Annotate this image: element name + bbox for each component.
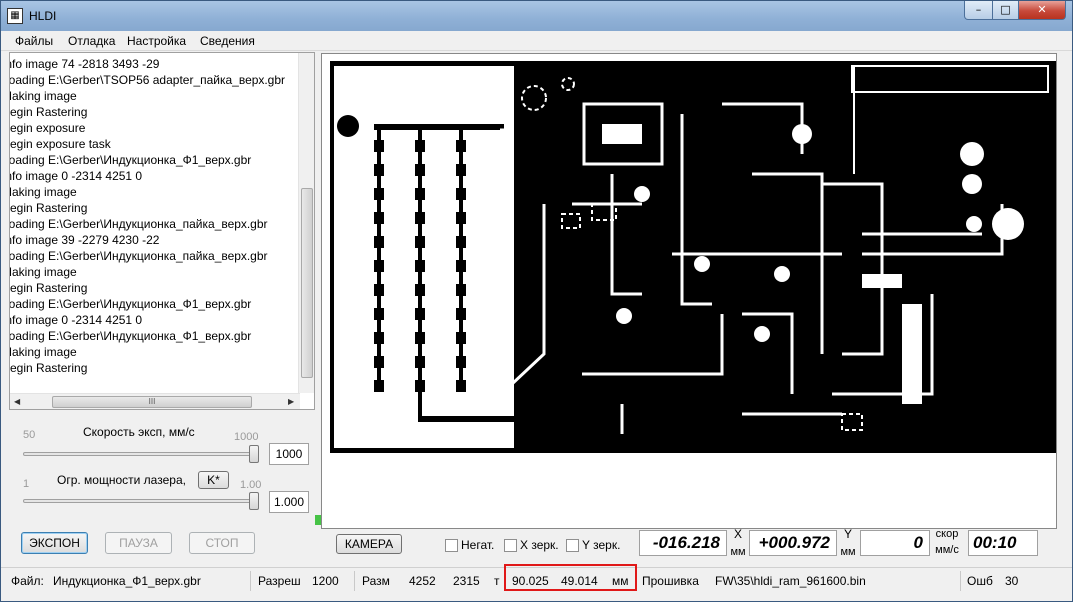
speed-readout-label: скор — [935, 528, 959, 540]
speed-slider[interactable] — [23, 452, 259, 456]
laser-k-button[interactable]: K* — [198, 471, 229, 489]
y-axis-label: Y — [843, 527, 852, 541]
status-divider — [250, 571, 251, 591]
log-list: Info image 74 -2818 3493 -29 Loading E:\G… — [9, 56, 298, 376]
size-t-label: т — [494, 574, 500, 588]
log-line: Begin Rastering — [9, 361, 88, 375]
laser-slider-thumb[interactable] — [249, 492, 259, 510]
y-position-readout: +000.972 — [749, 530, 837, 556]
laser-max-label: 1.00 — [240, 479, 262, 491]
log-line: Begin Rastering — [9, 281, 88, 295]
size-width-px: 4252 — [409, 574, 436, 588]
log-line: Info image 39 -2279 4230 -22 — [9, 233, 160, 247]
size-mm-highlight — [504, 564, 637, 591]
y-mirror-checkbox-box[interactable] — [566, 538, 579, 552]
log-vertical-scrollbar[interactable] — [298, 53, 314, 393]
speed-slider-thumb[interactable] — [249, 445, 259, 463]
negative-checkbox-box[interactable] — [445, 538, 458, 552]
log-line: Making image — [9, 185, 77, 199]
firmware-path: FW\35\hldi_ram_961600.bin — [715, 574, 866, 588]
negative-checkbox[interactable]: Негат. — [445, 538, 494, 552]
negative-checkbox-label: Негат. — [461, 538, 495, 552]
log-line: Begin exposure — [9, 121, 86, 135]
log-line: Loading E:\Gerber\Индукционка_Ф1_верх.gb… — [9, 297, 252, 311]
expose-button[interactable]: ЭКСПОН — [21, 532, 88, 554]
y-unit-label: мм — [840, 546, 856, 558]
log-line: Making image — [9, 345, 77, 359]
log-line: Loading E:\Gerber\Индукционка_пайка_верх… — [9, 217, 268, 231]
x-mirror-checkbox[interactable]: X зерк. — [504, 538, 559, 552]
speed-min-label: 50 — [23, 429, 36, 441]
file-label: Файл: — [11, 574, 44, 588]
speed-readout: 0 — [860, 530, 930, 556]
pcb-image — [330, 59, 1056, 455]
laser-slider[interactable] — [23, 499, 259, 503]
menu-about[interactable]: Сведения — [200, 34, 255, 48]
minimize-button[interactable]: – — [964, 1, 993, 20]
stop-button[interactable]: СТОП — [189, 532, 255, 554]
status-divider — [354, 571, 355, 591]
time-readout: 00:10 — [968, 530, 1038, 556]
menu-debug[interactable]: Отладка — [68, 34, 115, 48]
y-mirror-checkbox[interactable]: Y зерк. — [566, 538, 620, 552]
speed-value-field[interactable]: 1000 — [269, 443, 309, 465]
resolution-label: Разреш — [258, 574, 301, 588]
window-title: HLDI — [29, 9, 57, 23]
log-horizontal-scrollbar[interactable]: ◀ III ▶ — [10, 393, 300, 409]
error-label: Ошб — [967, 574, 993, 588]
size-height-px: 2315 — [453, 574, 480, 588]
camera-button[interactable]: КАМЕРА — [336, 534, 402, 554]
laser-value-field[interactable]: 1.000 — [269, 491, 309, 513]
log-line: Begin Rastering — [9, 105, 88, 119]
pause-button[interactable]: ПАУЗА — [105, 532, 172, 554]
log-horizontal-scroll-thumb[interactable]: III — [52, 396, 252, 408]
status-divider — [960, 571, 961, 591]
menu-settings[interactable]: Настройка — [127, 34, 186, 48]
scroll-right-arrow-icon[interactable]: ▶ — [288, 397, 294, 406]
file-name: Индукционка_Ф1_верх.gbr — [53, 574, 201, 588]
maximize-button[interactable]: □ — [992, 1, 1019, 20]
size-label: Разм — [362, 574, 390, 588]
log-line: Info image 0 -2314 4251 0 — [9, 313, 143, 327]
x-unit-label: мм — [730, 546, 746, 558]
close-button[interactable]: ✕ — [1018, 1, 1066, 20]
log-line: Making image — [9, 89, 77, 103]
speed-max-label: 1000 — [234, 431, 259, 443]
pcb-preview-panel[interactable] — [321, 53, 1057, 529]
title-bar[interactable]: ▦ HLDI – □ ✕ — [1, 1, 1072, 31]
x-axis-label: X — [733, 527, 742, 541]
log-line: Begin exposure task — [9, 137, 111, 151]
x-mirror-checkbox-label: X зерк. — [520, 538, 559, 552]
laser-min-label: 1 — [23, 478, 30, 490]
log-line: Loading E:\Gerber\Индукционка_пайка_верх… — [9, 249, 268, 263]
laser-label: Огр. мощности лазера, — [57, 473, 186, 487]
firmware-label: Прошивка — [642, 574, 699, 588]
menu-files[interactable]: Файлы — [15, 34, 53, 48]
log-line: Info image 74 -2818 3493 -29 — [9, 57, 160, 71]
log-line: Making image — [9, 265, 77, 279]
app-logo-icon: ▦ — [7, 8, 23, 24]
log-line: Loading E:\Gerber\Индукционка_Ф1_верх.gb… — [9, 329, 252, 343]
speed-readout-unit: мм/с — [935, 544, 959, 556]
x-position-readout: -016.218 — [639, 530, 727, 556]
log-line: Loading E:\Gerber\TSOP56 adapter_пайка_в… — [9, 73, 285, 87]
log-vertical-scroll-thumb[interactable] — [301, 188, 313, 378]
log-line: Info image 0 -2314 4251 0 — [9, 169, 143, 183]
scroll-left-arrow-icon[interactable]: ◀ — [14, 397, 20, 406]
speed-label: Скорость эксп, мм/с — [83, 425, 195, 439]
menu-bar: Файлы Отладка Настройка Сведения — [1, 31, 1072, 51]
log-panel[interactable]: Info image 74 -2818 3493 -29 Loading E:\G… — [9, 52, 315, 410]
resolution-value: 1200 — [312, 574, 339, 588]
app-window: ▦ HLDI – □ ✕ Файлы Отладка Настройка Све… — [0, 0, 1073, 602]
log-line: Begin Rastering — [9, 201, 88, 215]
y-mirror-checkbox-label: Y зерк. — [582, 538, 621, 552]
x-mirror-checkbox-box[interactable] — [504, 538, 517, 552]
error-count: 30 — [1005, 574, 1019, 588]
log-line: Loading E:\Gerber\Индукционка_Ф1_верх.gb… — [9, 153, 252, 167]
